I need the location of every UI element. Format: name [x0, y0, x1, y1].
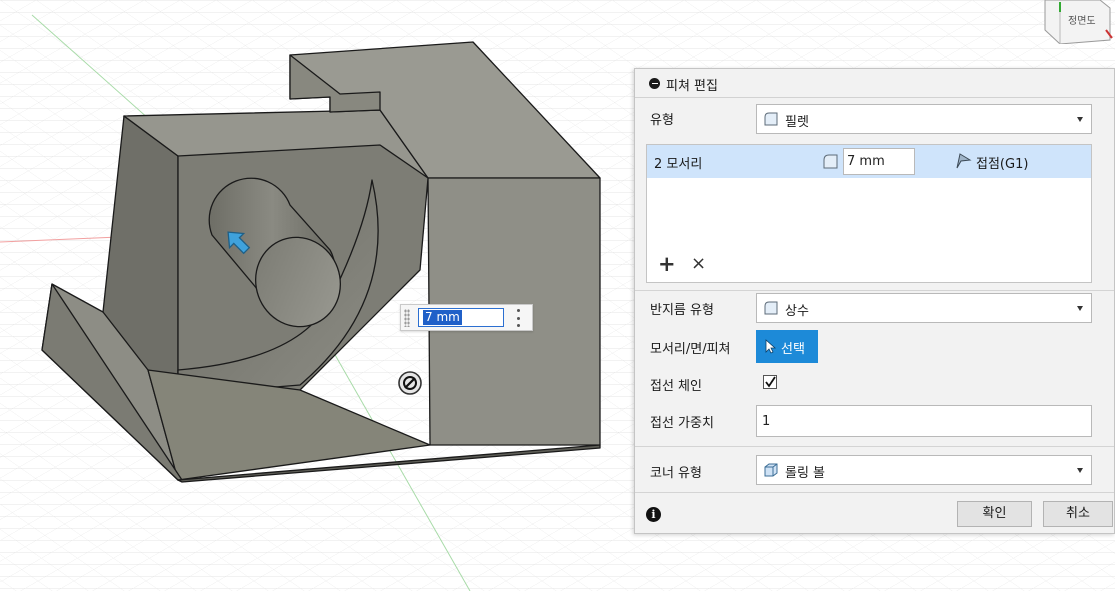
- dimension-input-box[interactable]: 7 mm: [400, 304, 533, 331]
- divider: [635, 446, 1114, 447]
- cancel-button[interactable]: 취소: [1043, 501, 1113, 527]
- chevron-down-icon: [1077, 117, 1083, 122]
- fillet-icon: [823, 154, 838, 169]
- select-button[interactable]: 선택: [756, 330, 818, 363]
- edge-radius-value: 7 mm: [847, 154, 885, 169]
- dimension-input[interactable]: 7 mm: [418, 308, 504, 327]
- drag-grip-icon[interactable]: [404, 309, 410, 327]
- tangent-chain-label: 접선 체인: [650, 379, 702, 394]
- edge-count-label: 2 모서리: [654, 157, 703, 172]
- corner-type-dropdown[interactable]: 롤링 볼: [756, 455, 1092, 485]
- edge-list: 2 모서리 7 mm 접점(G1) + ×: [646, 144, 1092, 283]
- ok-button[interactable]: 확인: [957, 501, 1032, 527]
- type-label: 유형: [650, 113, 674, 128]
- tangent-weight-value: 1: [762, 414, 771, 429]
- select-button-label: 선택: [781, 342, 805, 357]
- radius-type-value: 상수: [785, 304, 809, 319]
- add-icon[interactable]: +: [658, 254, 676, 275]
- corner-type-value: 롤링 볼: [785, 466, 826, 481]
- divider: [635, 492, 1114, 493]
- tangent-weight-input[interactable]: 1: [756, 405, 1092, 437]
- cursor-icon: [765, 339, 777, 354]
- panel-title: 피쳐 편집: [666, 79, 718, 94]
- radius-type-label: 반지름 유형: [650, 303, 714, 318]
- edge-radius-input[interactable]: 7 mm: [843, 148, 915, 175]
- type-value: 필렛: [785, 115, 809, 130]
- collapse-icon[interactable]: [649, 78, 660, 89]
- tangent-flag-icon[interactable]: [955, 152, 972, 169]
- view-cube[interactable]: 정면도: [1040, 0, 1115, 45]
- divider: [635, 290, 1114, 291]
- edges-label: 모서리/면/피쳐: [650, 342, 731, 357]
- viewcube-face-label: 정면도: [1068, 16, 1096, 27]
- chevron-down-icon: [1077, 306, 1083, 311]
- continuity-value[interactable]: 접점(G1): [976, 153, 1028, 172]
- remove-icon[interactable]: ×: [691, 255, 706, 273]
- table-row[interactable]: 2 모서리 7 mm 접점(G1): [647, 145, 1091, 178]
- radius-type-dropdown[interactable]: 상수: [756, 293, 1092, 323]
- corner-icon: [764, 463, 778, 477]
- tangent-weight-label: 접선 가중치: [650, 416, 714, 431]
- type-dropdown[interactable]: 필렛: [756, 104, 1092, 134]
- fillet-icon: [764, 112, 778, 126]
- corner-type-label: 코너 유형: [650, 466, 702, 481]
- info-icon[interactable]: i: [646, 507, 661, 522]
- chevron-down-icon: [1077, 468, 1083, 473]
- tangent-chain-checkbox[interactable]: [763, 375, 777, 389]
- more-options-icon[interactable]: [517, 309, 521, 327]
- dimension-value: 7 mm: [423, 310, 462, 325]
- direction-handle-icon[interactable]: [398, 371, 422, 395]
- panel-header[interactable]: 피쳐 편집: [635, 69, 1114, 98]
- fillet-icon: [764, 301, 778, 315]
- edit-feature-panel: 피쳐 편집 유형 필렛 2 모서리 7 mm 접점(G1) + × 반지름 유형: [634, 68, 1115, 534]
